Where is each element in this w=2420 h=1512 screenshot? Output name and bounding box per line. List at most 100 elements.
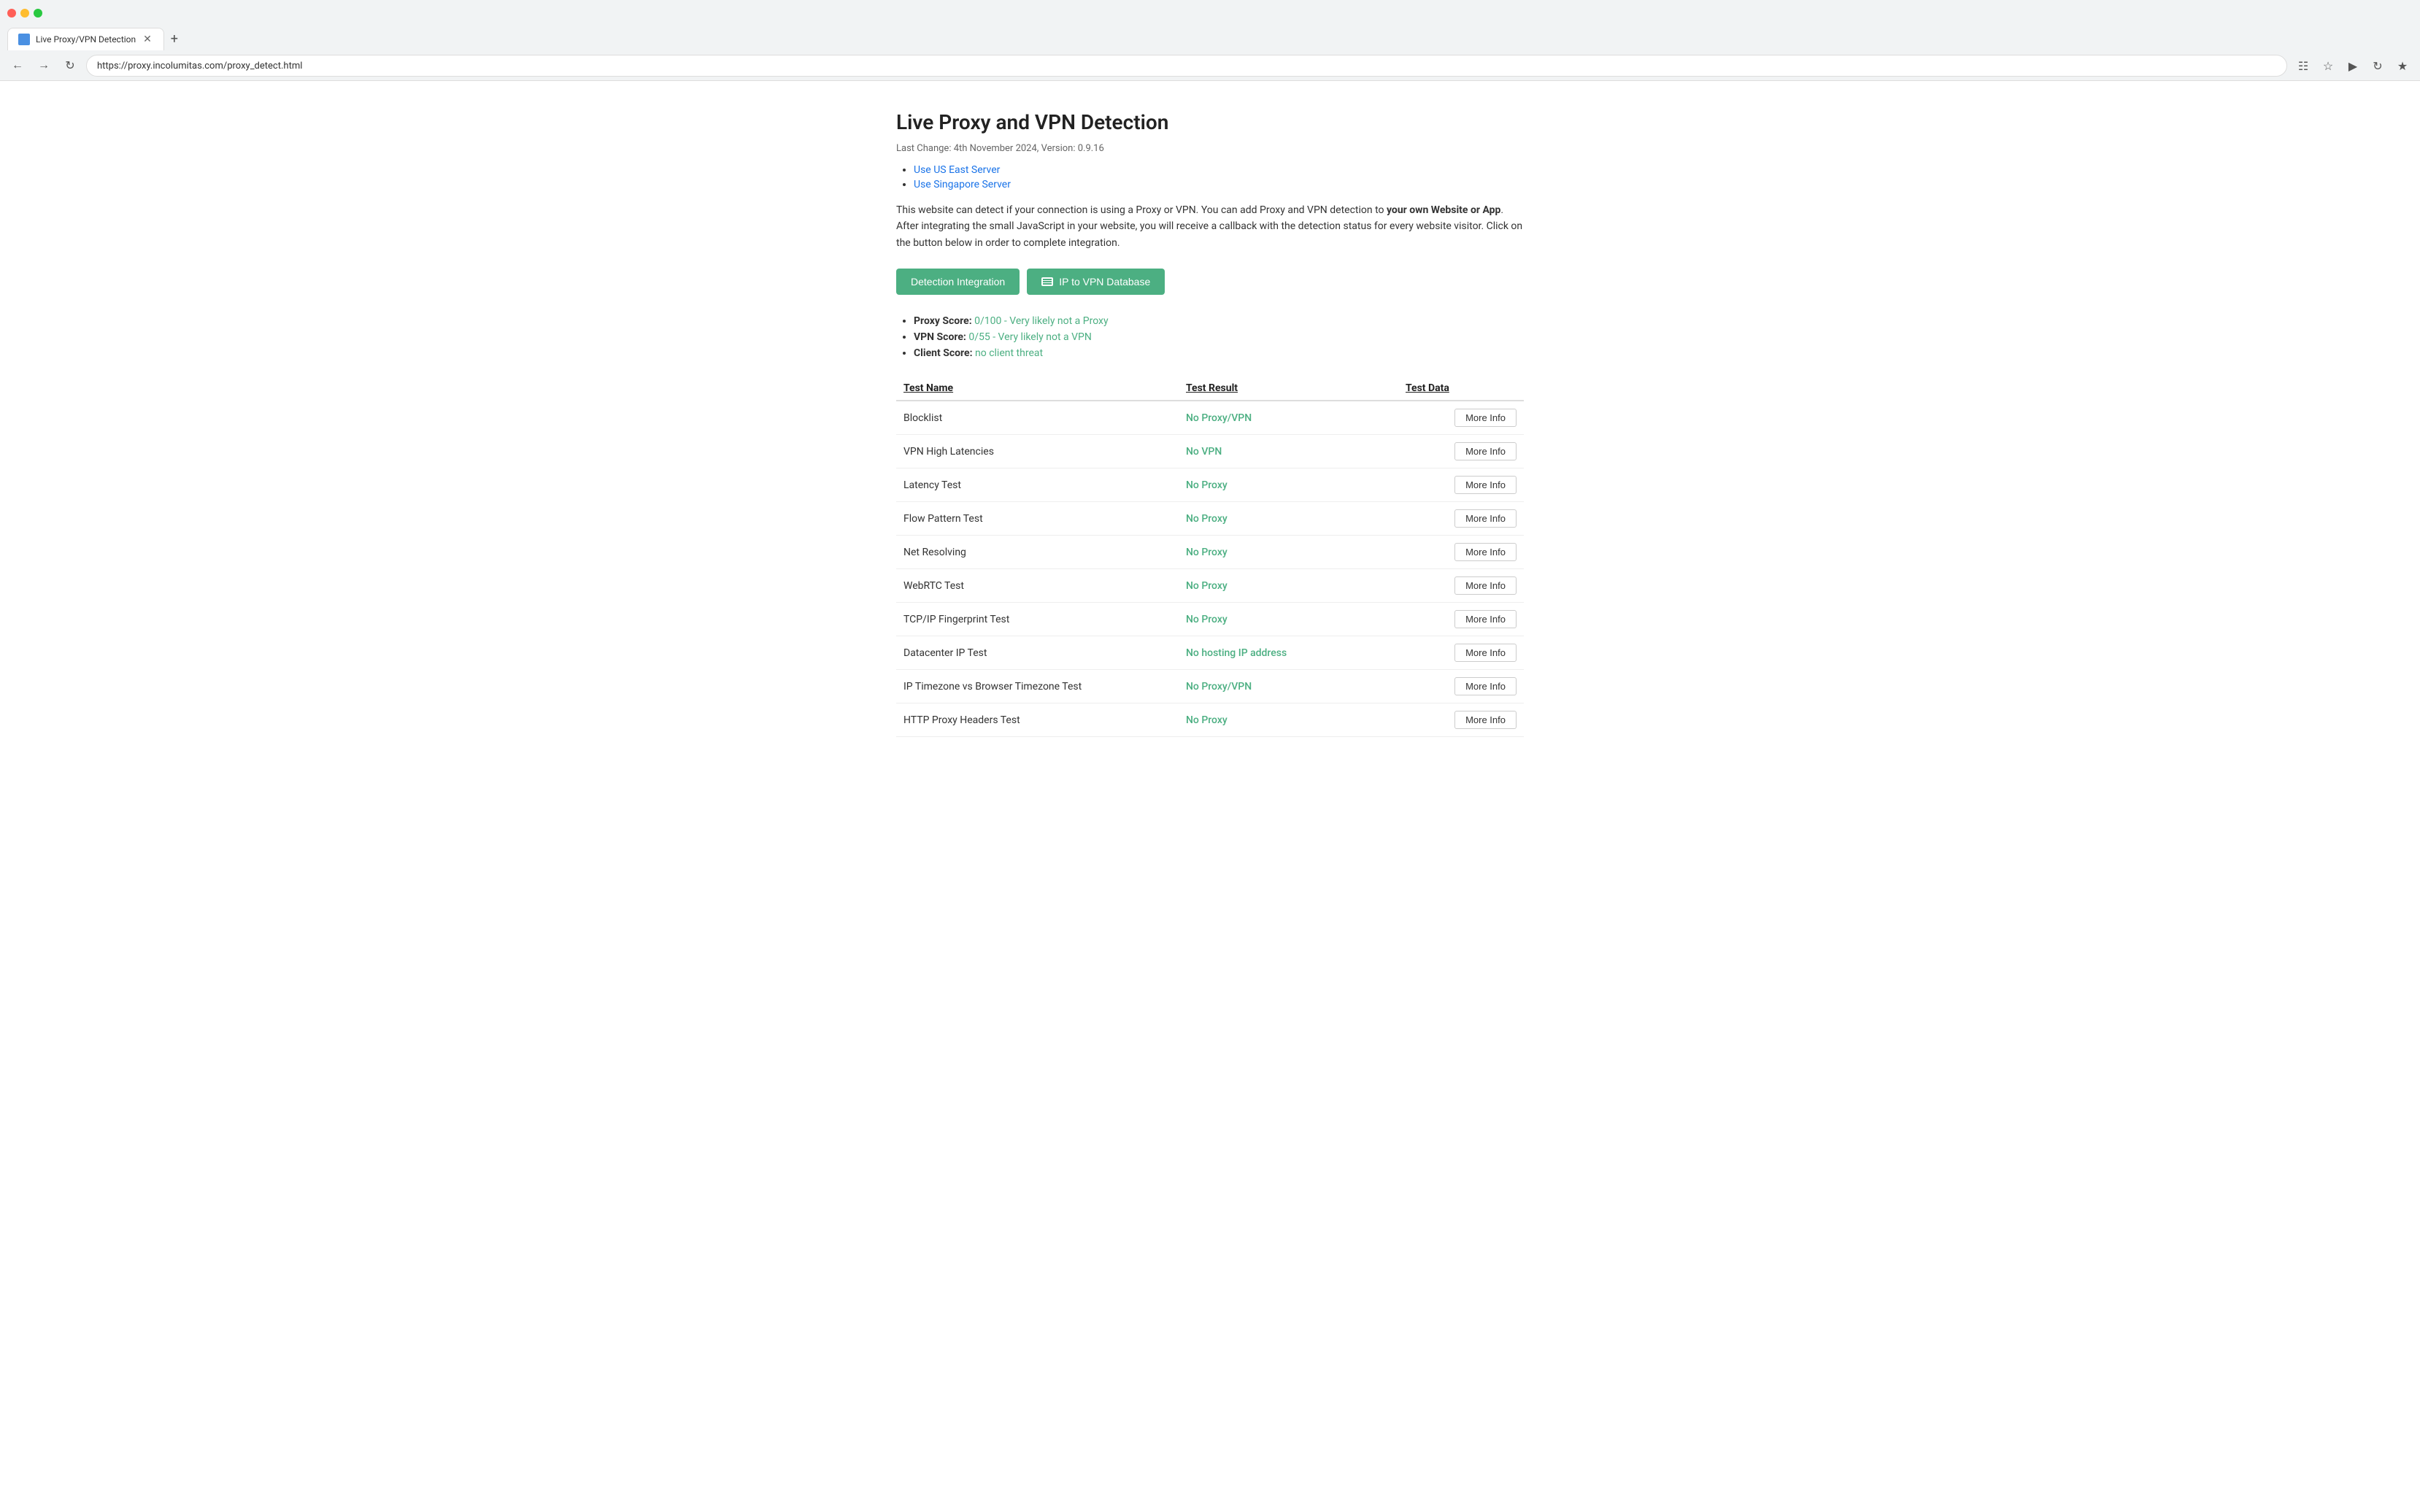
table-row: Blocklist No Proxy/VPN More Info: [896, 401, 1524, 435]
window-controls: [7, 9, 42, 18]
test-result-value: No Proxy/VPN: [1186, 412, 1252, 424]
table-body: BlocklistNo Proxy/VPNMore InfoVPN High L…: [896, 401, 1524, 737]
more-info-button[interactable]: More Info: [1454, 576, 1517, 595]
table-row: HTTP Proxy Headers TestNo ProxyMore Info: [896, 703, 1524, 737]
vpn-score-value: 0/55 - Very likely not a VPN: [968, 331, 1091, 343]
detection-integration-button[interactable]: Detection Integration: [896, 269, 1020, 295]
test-result-cell: No Proxy/VPN: [1179, 670, 1398, 703]
tab-favicon: [18, 34, 30, 45]
page-content: Live Proxy and VPN Detection Last Change…: [882, 81, 1538, 766]
client-score-item: Client Score: no client threat: [914, 347, 1524, 359]
test-data-cell: More Info: [1398, 536, 1524, 569]
more-info-button[interactable]: More Info: [1454, 711, 1517, 729]
tab-close-button[interactable]: ✕: [142, 33, 153, 46]
page-title: Live Proxy and VPN Detection: [896, 110, 1524, 134]
table-row: TCP/IP Fingerprint Test No Proxy More Info: [896, 603, 1524, 636]
vpn-score-item: VPN Score: 0/55 - Very likely not a VPN: [914, 331, 1524, 343]
table-header: Test Name Test Result Test Data: [896, 377, 1524, 401]
test-name-cell: Net Resolving: [896, 536, 1179, 569]
server-links-list: Use US East Server Use Singapore Server: [896, 164, 1524, 190]
ip-db-button-label: IP to VPN Database: [1059, 276, 1150, 288]
table-row: Flow Pattern TestNo ProxyMore Info: [896, 502, 1524, 536]
test-data-cell: More Info: [1398, 670, 1524, 703]
reader-mode-icon[interactable]: ☷: [2293, 55, 2313, 76]
server-link-item: Use US East Server: [914, 164, 1524, 176]
test-result-value: No Proxy: [1186, 513, 1228, 525]
proxy-score-item: Proxy Score: 0/100 - Very likely not a P…: [914, 315, 1524, 327]
client-score-label: Client Score:: [914, 347, 973, 359]
more-info-button[interactable]: More Info: [1454, 409, 1517, 427]
close-window-button[interactable]: [7, 9, 16, 18]
title-bar: [0, 0, 2420, 26]
more-info-button[interactable]: More Info: [1454, 442, 1517, 460]
test-result-value: No hosting IP address: [1186, 647, 1287, 659]
test-name-cell: VPN High Latencies: [896, 435, 1179, 468]
more-info-button[interactable]: More Info: [1454, 543, 1517, 561]
us-east-server-link[interactable]: Use US East Server: [914, 164, 1000, 176]
test-data-cell: More Info: [1398, 435, 1524, 468]
test-name-cell: Datacenter IP Test: [896, 636, 1179, 670]
tab-bar: Live Proxy/VPN Detection ✕ +: [0, 26, 2420, 51]
test-result-cell: No Proxy: [1179, 703, 1398, 737]
tab-title: Live Proxy/VPN Detection: [36, 34, 136, 45]
toolbar-icons: ☷ ☆ ▶ ↻ ★: [2293, 55, 2413, 76]
test-data-cell: More Info: [1398, 569, 1524, 603]
reload-button[interactable]: ↻: [60, 55, 80, 76]
table-icon: [1041, 277, 1053, 286]
more-info-button[interactable]: More Info: [1454, 610, 1517, 628]
more-info-button[interactable]: More Info: [1454, 509, 1517, 528]
test-data-cell: More Info: [1398, 636, 1524, 670]
test-result-cell: No Proxy: [1179, 502, 1398, 536]
table-header-row: Test Name Test Result Test Data: [896, 377, 1524, 401]
refresh-icon[interactable]: ↻: [2367, 55, 2388, 76]
test-name-cell: TCP/IP Fingerprint Test: [896, 603, 1179, 636]
bookmark-icon[interactable]: ☆: [2318, 55, 2338, 76]
table-row: Latency Test No Proxy More Info: [896, 468, 1524, 502]
test-result-cell: No Proxy/VPN: [1179, 401, 1398, 435]
address-bar[interactable]: https://proxy.incolumitas.com/proxy_dete…: [86, 55, 2287, 77]
ip-to-vpn-database-button[interactable]: IP to VPN Database: [1027, 269, 1165, 295]
description-part1: This website can detect if your connecti…: [896, 204, 1387, 216]
test-result-value: No Proxy: [1186, 714, 1228, 726]
more-info-button[interactable]: More Info: [1454, 476, 1517, 494]
test-data-cell: More Info: [1398, 502, 1524, 536]
test-result-value: No VPN: [1186, 446, 1222, 458]
maximize-window-button[interactable]: [34, 9, 42, 18]
test-name-cell: Latency Test: [896, 468, 1179, 502]
back-button[interactable]: ←: [7, 55, 28, 76]
test-data-cell: More Info: [1398, 468, 1524, 502]
test-result-cell: No hosting IP address: [1179, 636, 1398, 670]
test-result-value: No Proxy: [1186, 479, 1228, 491]
test-result-value: No Proxy: [1186, 614, 1228, 625]
description-text: This website can detect if your connecti…: [896, 202, 1524, 251]
table-row: Net Resolving No Proxy More Info: [896, 536, 1524, 569]
singapore-server-link[interactable]: Use Singapore Server: [914, 179, 1011, 190]
test-name-cell: WebRTC Test: [896, 569, 1179, 603]
test-result-cell: No Proxy: [1179, 569, 1398, 603]
proxy-score-value: 0/100 - Very likely not a Proxy: [974, 315, 1108, 327]
test-name-cell: Blocklist: [896, 401, 1179, 435]
test-data-cell: More Info: [1398, 703, 1524, 737]
client-score-value: no client threat: [975, 347, 1043, 359]
column-header-name: Test Name: [896, 377, 1179, 401]
minimize-window-button[interactable]: [20, 9, 29, 18]
action-buttons: Detection Integration IP to VPN Database: [896, 269, 1524, 295]
new-tab-button[interactable]: +: [164, 28, 185, 49]
test-data-cell: More Info: [1398, 603, 1524, 636]
test-result-cell: No VPN: [1179, 435, 1398, 468]
test-result-value: No Proxy: [1186, 580, 1228, 592]
last-change-text: Last Change: 4th November 2024, Version:…: [896, 143, 1524, 154]
detection-table: Test Name Test Result Test Data Blocklis…: [896, 377, 1524, 737]
table-row: Datacenter IP Test No hosting IP address M…: [896, 636, 1524, 670]
forward-button[interactable]: →: [34, 55, 54, 76]
score-list: Proxy Score: 0/100 - Very likely not a P…: [896, 315, 1524, 359]
url-text: https://proxy.incolumitas.com/proxy_dete…: [97, 61, 302, 72]
active-tab[interactable]: Live Proxy/VPN Detection ✕: [7, 28, 164, 50]
more-info-button[interactable]: More Info: [1454, 677, 1517, 695]
extensions-icon[interactable]: ▶: [2343, 55, 2363, 76]
test-result-value: No Proxy: [1186, 547, 1228, 558]
table-row: VPN High Latencies No VPN More Info: [896, 435, 1524, 468]
test-result-cell: No Proxy: [1179, 536, 1398, 569]
favorites-icon[interactable]: ★: [2392, 55, 2413, 76]
more-info-button[interactable]: More Info: [1454, 644, 1517, 662]
